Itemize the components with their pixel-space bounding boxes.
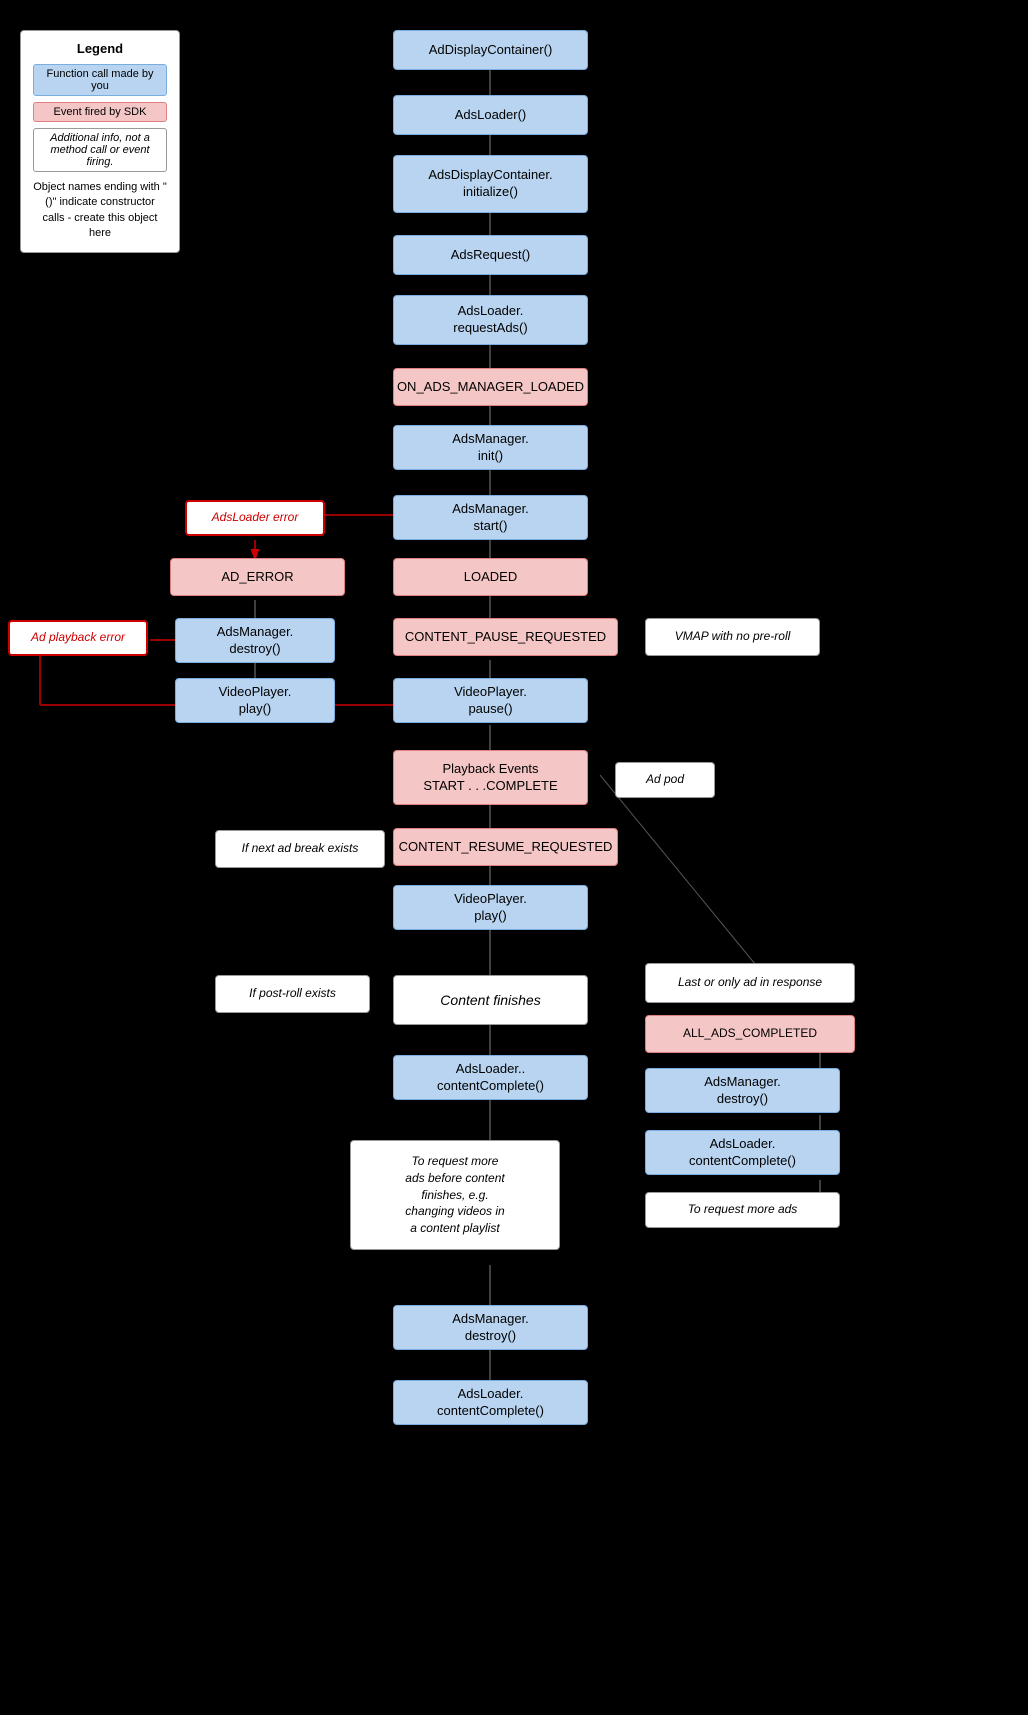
box-ads-manager-destroy-3: AdsManager. destroy() xyxy=(393,1305,588,1350)
box-content-pause-requested: CONTENT_PAUSE_REQUESTED xyxy=(393,618,618,656)
legend-title: Legend xyxy=(33,41,167,56)
box-ad-display-container: AdDisplayContainer() xyxy=(393,30,588,70)
box-ads-manager-start: AdsManager. start() xyxy=(393,495,588,540)
box-video-player-pause: VideoPlayer. pause() xyxy=(393,678,588,723)
legend-blue-box: Function call made by you xyxy=(33,64,167,96)
box-loaded: LOADED xyxy=(393,558,588,596)
box-ad-playback-error: Ad playback error xyxy=(8,620,148,656)
box-ads-display-container-init: AdsDisplayContainer. initialize() xyxy=(393,155,588,213)
box-ads-loader-error: AdsLoader error xyxy=(185,500,325,536)
legend: Legend Function call made by you Event f… xyxy=(20,30,180,253)
box-ads-loader-content-complete-1: AdsLoader.. contentComplete() xyxy=(393,1055,588,1100)
legend-white-box: Additional info, not a method call or ev… xyxy=(33,128,167,172)
box-ad-error: AD_ERROR xyxy=(170,558,345,596)
box-vmap-no-preroll: VMAP with no pre-roll xyxy=(645,618,820,656)
box-if-next-ad-break: If next ad break exists xyxy=(215,830,385,868)
box-playback-events: Playback Events START . . .COMPLETE xyxy=(393,750,588,805)
box-all-ads-completed: ALL_ADS_COMPLETED xyxy=(645,1015,855,1053)
box-ads-request: AdsRequest() xyxy=(393,235,588,275)
diagram-container: Legend Function call made by you Event f… xyxy=(0,0,1028,1715)
box-to-request-more-ads: To request more ads xyxy=(645,1192,840,1228)
box-on-ads-manager-loaded: ON_ADS_MANAGER_LOADED xyxy=(393,368,588,406)
legend-item-1: Function call made by you xyxy=(33,64,167,96)
box-ads-loader-content-complete-3: AdsLoader. contentComplete() xyxy=(393,1380,588,1425)
legend-item-3: Additional info, not a method call or ev… xyxy=(33,128,167,172)
legend-note: Object names ending with "()" indicate c… xyxy=(33,180,167,242)
legend-item-2: Event fired by SDK xyxy=(33,102,167,122)
box-ads-manager-destroy-2: AdsManager. destroy() xyxy=(645,1068,840,1113)
box-ads-manager-destroy-1: AdsManager. destroy() xyxy=(175,618,335,663)
box-video-player-play-2: VideoPlayer. play() xyxy=(393,885,588,930)
box-to-request-more-ads-before: To request more ads before content finis… xyxy=(350,1140,560,1250)
box-content-resume-requested: CONTENT_RESUME_REQUESTED xyxy=(393,828,618,866)
box-content-finishes: Content finishes xyxy=(393,975,588,1025)
box-ads-loader-content-complete-2: AdsLoader. contentComplete() xyxy=(645,1130,840,1175)
box-last-or-only-ad: Last or only ad in response xyxy=(645,963,855,1003)
box-video-player-play-1: VideoPlayer. play() xyxy=(175,678,335,723)
box-ads-loader-request-ads: AdsLoader. requestAds() xyxy=(393,295,588,345)
box-ads-loader: AdsLoader() xyxy=(393,95,588,135)
box-ad-pod: Ad pod xyxy=(615,762,715,798)
box-ads-manager-init: AdsManager. init() xyxy=(393,425,588,470)
legend-pink-box: Event fired by SDK xyxy=(33,102,167,122)
box-if-post-roll-exists: If post-roll exists xyxy=(215,975,370,1013)
